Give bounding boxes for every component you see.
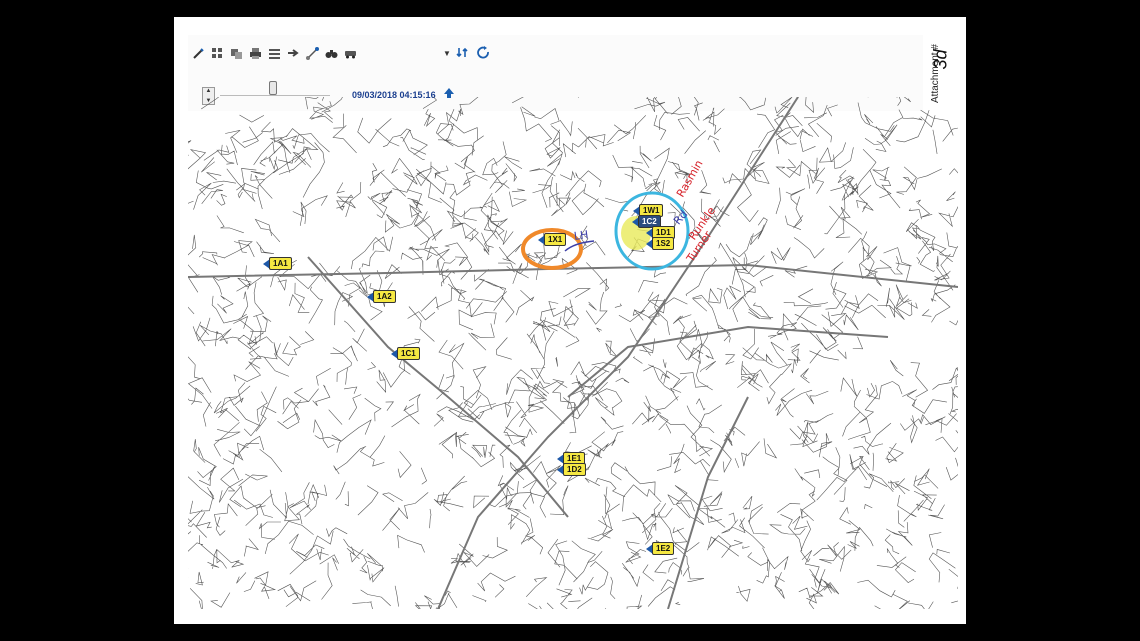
unit-marker-1c1[interactable]: 1C1 [391, 347, 420, 360]
annotation-overlay [521, 191, 690, 271]
unit-marker-1e2[interactable]: 1E2 [646, 542, 675, 555]
unit-marker-1x1[interactable]: 1X1 [538, 233, 567, 246]
unit-marker-1s2[interactable]: 1S2 [646, 237, 675, 250]
handwritten-note-lh: LH [573, 228, 590, 243]
unit-marker-1a1[interactable]: 1A1 [263, 257, 292, 270]
unit-marker-1a2[interactable]: 1A2 [367, 290, 396, 303]
scanned-page: ▼ ▲ ▼ 09/03/2018 04:15:16 Attachment # 3d… [174, 17, 966, 624]
unit-marker-1d2[interactable]: 1D2 [557, 463, 586, 476]
